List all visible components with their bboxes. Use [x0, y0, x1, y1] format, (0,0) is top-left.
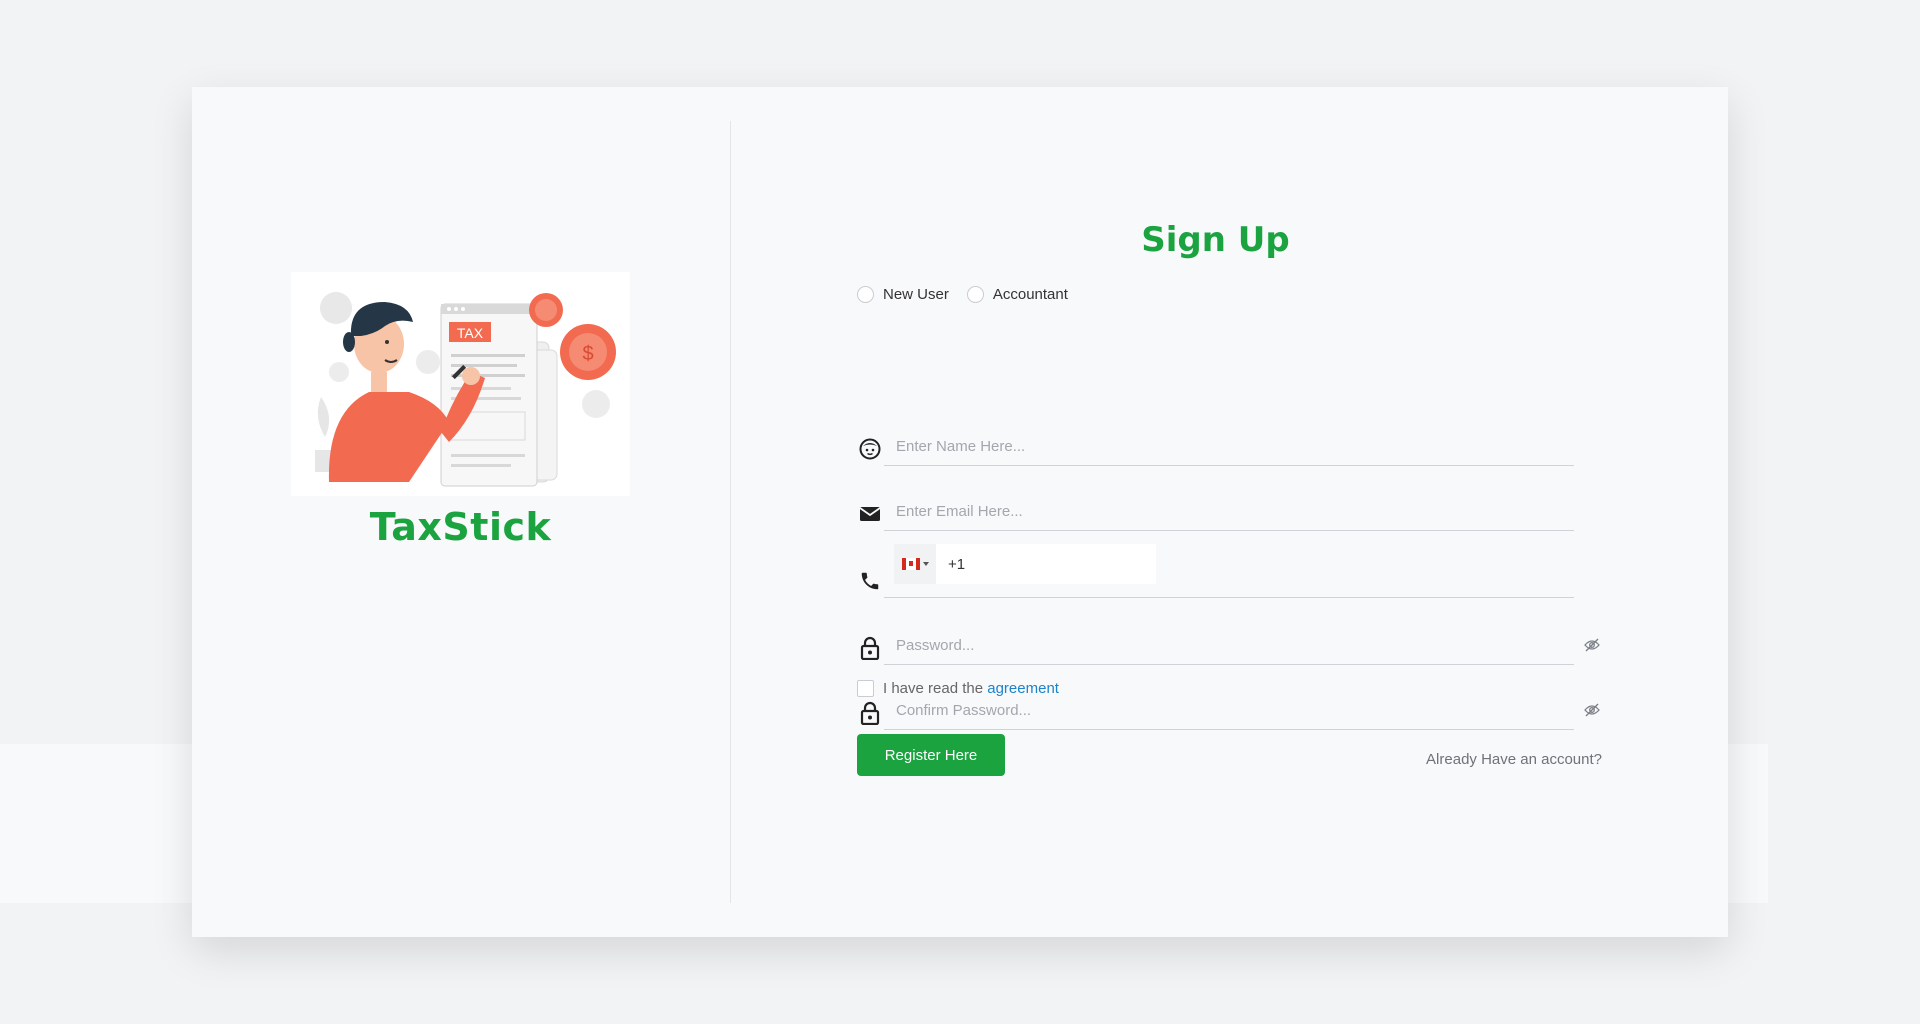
signup-form: Sign Up New User Accountant Enter Name H… — [857, 87, 1792, 937]
page-title: Sign Up — [1141, 220, 1290, 260]
lock-icon — [857, 635, 883, 661]
agreement-checkbox[interactable] — [857, 680, 874, 697]
email-field-group — [857, 491, 1602, 531]
agreement-row: I have read the agreement — [857, 680, 1059, 697]
phone-input[interactable] — [948, 552, 1156, 576]
svg-text:$: $ — [582, 343, 593, 365]
brand-name: TaxStick — [369, 505, 552, 549]
tax-illustration: TAX $ — [291, 272, 630, 496]
name-input[interactable] — [896, 434, 1556, 458]
password-field-group — [857, 625, 1602, 665]
role-new-user-label: New User — [883, 286, 949, 303]
radio-new-user[interactable] — [857, 286, 874, 303]
phone-icon — [857, 568, 883, 594]
confirm-password-input[interactable] — [896, 698, 1556, 722]
lock-icon — [857, 700, 883, 726]
email-underline — [884, 491, 1574, 531]
country-selector[interactable] — [894, 544, 936, 584]
eye-off-icon[interactable] — [1582, 700, 1602, 720]
canada-flag-icon — [901, 558, 920, 570]
agreement-link[interactable]: agreement — [987, 680, 1059, 697]
eye-off-icon[interactable] — [1582, 635, 1602, 655]
role-new-user[interactable]: New User — [857, 286, 949, 303]
role-accountant[interactable]: Accountant — [966, 286, 1068, 303]
role-selector: New User Accountant — [857, 286, 1068, 303]
face-icon — [857, 436, 883, 462]
name-underline — [884, 426, 1574, 466]
password-underline — [884, 625, 1574, 665]
radio-accountant[interactable] — [966, 286, 984, 303]
phone-input-box — [894, 544, 1156, 584]
phone-field-group — [857, 544, 1602, 598]
tax-label: TAX — [457, 325, 484, 341]
role-accountant-label: Accountant — [992, 286, 1068, 303]
phone-underline — [884, 544, 1574, 598]
signup-card: TAX $ TaxStick Sign Up New User Accounta… — [192, 87, 1728, 937]
password-input[interactable] — [896, 633, 1556, 657]
name-field-group — [857, 426, 1602, 466]
agreement-text: I have read the — [883, 680, 984, 697]
caret-down-icon — [922, 562, 929, 566]
email-input[interactable] — [896, 499, 1556, 523]
register-button[interactable]: Register Here — [857, 734, 1005, 776]
mail-icon — [857, 501, 883, 527]
login-link[interactable]: Already Have an account? — [1402, 751, 1602, 768]
panel-divider — [730, 121, 731, 903]
